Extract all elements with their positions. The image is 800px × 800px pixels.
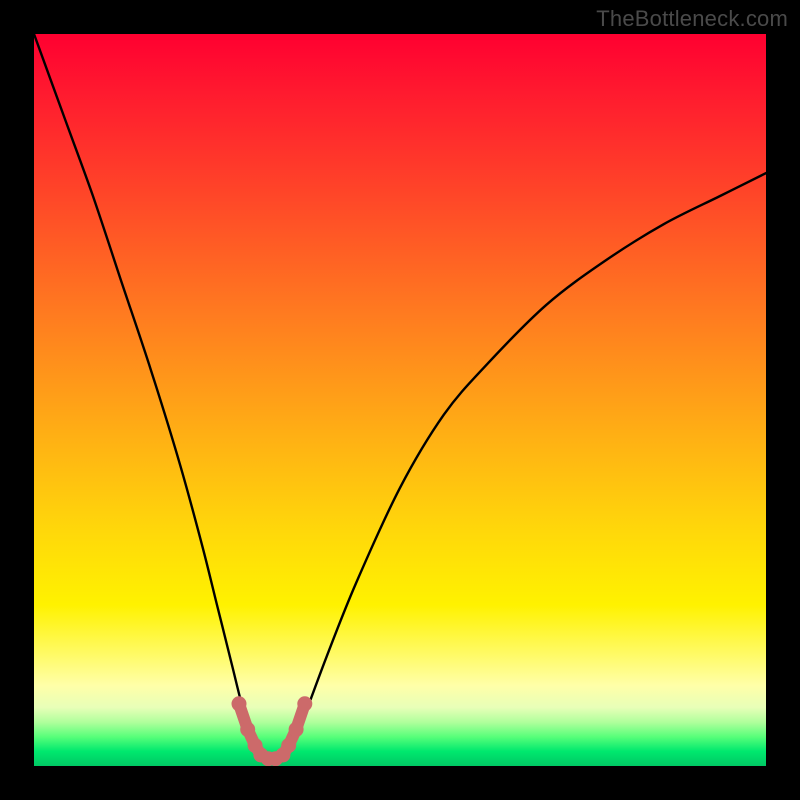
bottom-highlight-dots <box>232 696 313 766</box>
marker-dot <box>297 696 312 711</box>
chart-frame: TheBottleneck.com <box>0 0 800 800</box>
marker-dot <box>240 722 255 737</box>
marker-dot <box>232 696 247 711</box>
bottleneck-curve <box>34 34 766 763</box>
marker-dot <box>281 738 296 753</box>
plot-area <box>34 34 766 766</box>
marker-dot <box>289 722 304 737</box>
bottleneck-curve-svg <box>34 34 766 766</box>
watermark-text: TheBottleneck.com <box>596 6 788 32</box>
